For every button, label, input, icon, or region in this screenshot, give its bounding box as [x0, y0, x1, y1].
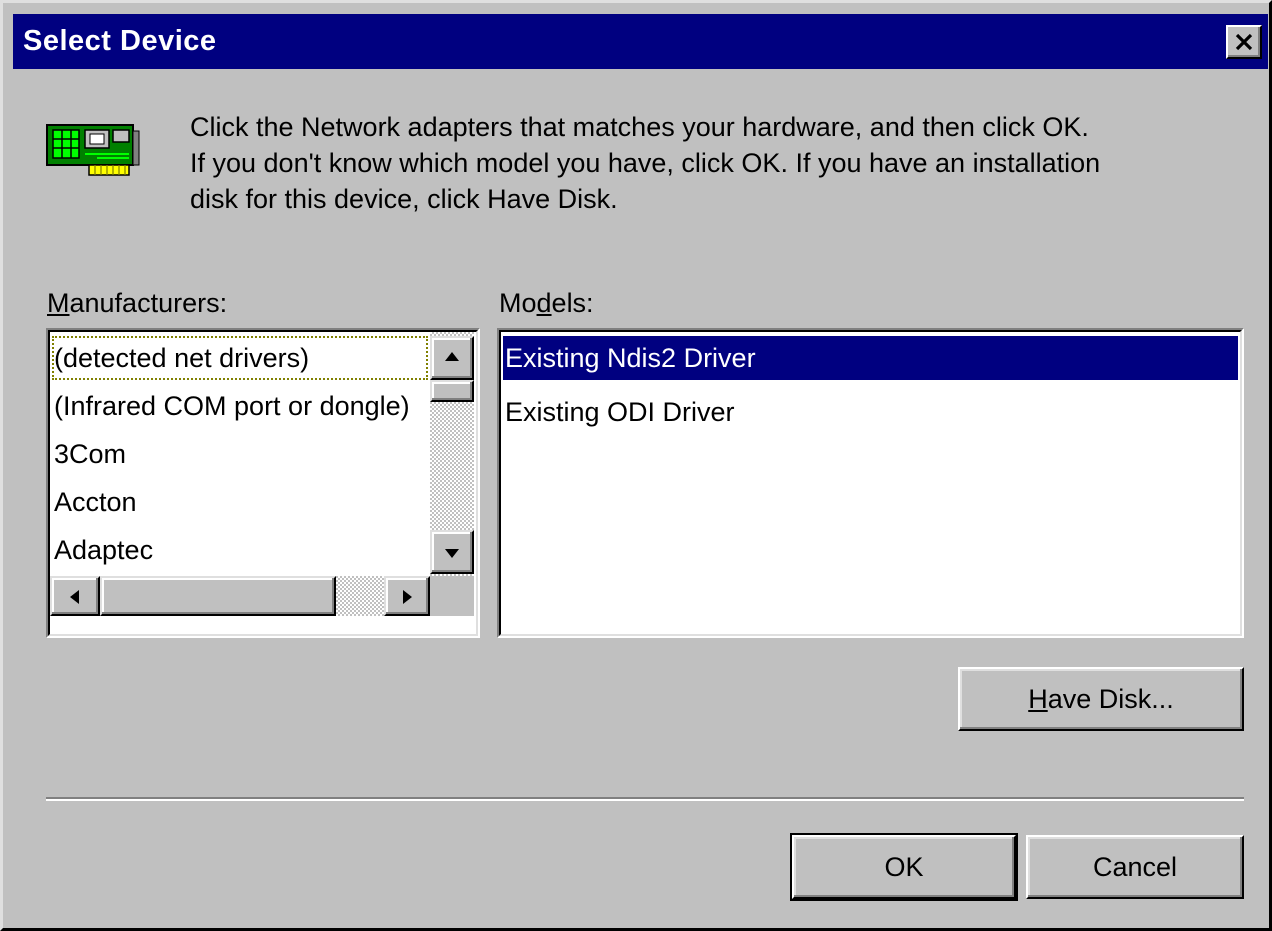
- list-item[interactable]: Adaptec: [52, 528, 428, 572]
- manufacturers-list[interactable]: (detected net drivers) (Infrared COM por…: [46, 328, 480, 638]
- title-bar[interactable]: Select Device: [13, 14, 1268, 69]
- dialog-title: Select Device: [23, 25, 217, 57]
- horizontal-scrollbar[interactable]: [50, 576, 430, 616]
- list-item[interactable]: Existing ODI Driver: [503, 390, 1238, 434]
- list-item[interactable]: Accton: [52, 480, 428, 524]
- scroll-right-button[interactable]: [384, 576, 430, 616]
- select-device-dialog: Select Device Click the Network adapters…: [0, 0, 1272, 931]
- models-list[interactable]: Existing Ndis2 Driver Existing ODI Drive…: [497, 328, 1244, 638]
- instructions-line: Click the Network adapters that matches …: [190, 112, 1089, 142]
- network-adapter-icon: [46, 124, 140, 176]
- list-item[interactable]: 3Com: [52, 432, 428, 476]
- vertical-scroll-thumb[interactable]: [430, 380, 474, 402]
- arrow-left-icon: [70, 590, 79, 604]
- list-item[interactable]: (Infrared COM port or dongle): [52, 384, 428, 428]
- scroll-up-button[interactable]: [430, 336, 474, 380]
- list-item[interactable]: (detected net drivers): [52, 336, 428, 380]
- have-disk-button[interactable]: Have Disk...: [958, 667, 1244, 731]
- cancel-button[interactable]: Cancel: [1026, 835, 1244, 899]
- close-button[interactable]: [1226, 25, 1262, 59]
- separator: [46, 797, 1244, 801]
- models-label: Models:: [499, 288, 594, 318]
- horizontal-scroll-thumb[interactable]: [100, 576, 336, 616]
- vertical-scrollbar[interactable]: [430, 332, 474, 576]
- list-item[interactable]: Existing Ndis2 Driver: [503, 336, 1238, 380]
- instructions-text: Click the Network adapters that matches …: [190, 109, 1260, 217]
- manufacturers-label: Manufacturers:: [47, 288, 228, 318]
- arrow-right-icon: [403, 590, 412, 604]
- scroll-down-button[interactable]: [430, 530, 474, 574]
- instructions-line: If you don't know which model you have, …: [190, 148, 1101, 178]
- arrow-up-icon: [445, 352, 459, 361]
- scroll-corner: [430, 576, 474, 616]
- instructions-line: disk for this device, click Have Disk.: [190, 184, 618, 214]
- scroll-left-button[interactable]: [50, 576, 100, 616]
- close-icon: [1235, 33, 1253, 51]
- arrow-down-icon: [445, 549, 459, 558]
- ok-button[interactable]: OK: [790, 833, 1018, 901]
